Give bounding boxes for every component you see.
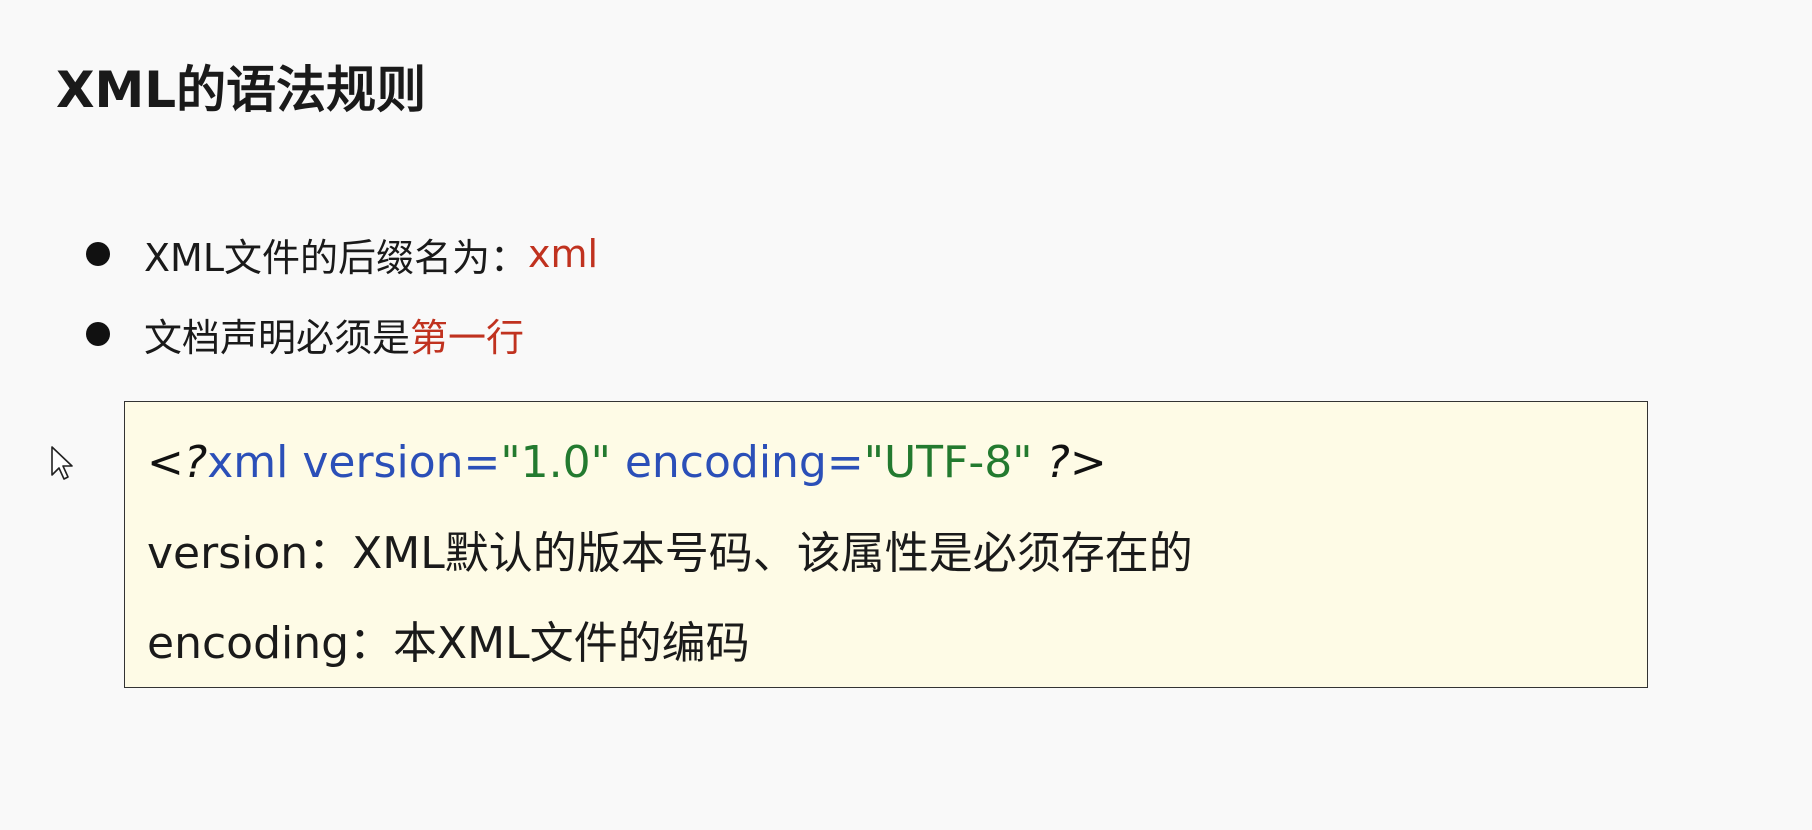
attr-version-value: "1.0" (500, 437, 611, 488)
rule-highlight: 第一行 (410, 315, 525, 360)
pointer-cursor-icon (51, 446, 73, 480)
rule-text: XML文件的后缀名为： (144, 235, 528, 280)
decl-open: <? (147, 437, 208, 488)
encoding-description: encoding：本XML文件的编码 (147, 618, 750, 669)
list-item: XML文件的后缀名为： xml (86, 228, 598, 280)
attr-version-name: version= (288, 437, 501, 488)
code-example-box: <?xml version="1.0" encoding="UTF-8" ?> … (124, 401, 1648, 688)
attr-encoding-name: encoding= (610, 437, 864, 488)
bullet-icon (86, 322, 110, 346)
version-description: version：XML默认的版本号码、该属性是必须存在的 (147, 528, 1193, 579)
rule-highlight: xml (528, 232, 599, 276)
list-item: 文档声明必须是 第一行 (86, 308, 598, 360)
attr-encoding-value: "UTF-8" (863, 437, 1033, 488)
decl-close: ?> (1032, 437, 1107, 488)
bullet-icon (86, 242, 110, 266)
rules-list: XML文件的后缀名为： xml 文档声明必须是 第一行 (86, 228, 598, 388)
page-title: XML的语法规则 (56, 61, 427, 119)
rule-text: 文档声明必须是 (144, 315, 411, 360)
xml-declaration: <?xml version="1.0" encoding="UTF-8" ?> (147, 435, 1107, 491)
decl-name: xml (207, 437, 289, 488)
